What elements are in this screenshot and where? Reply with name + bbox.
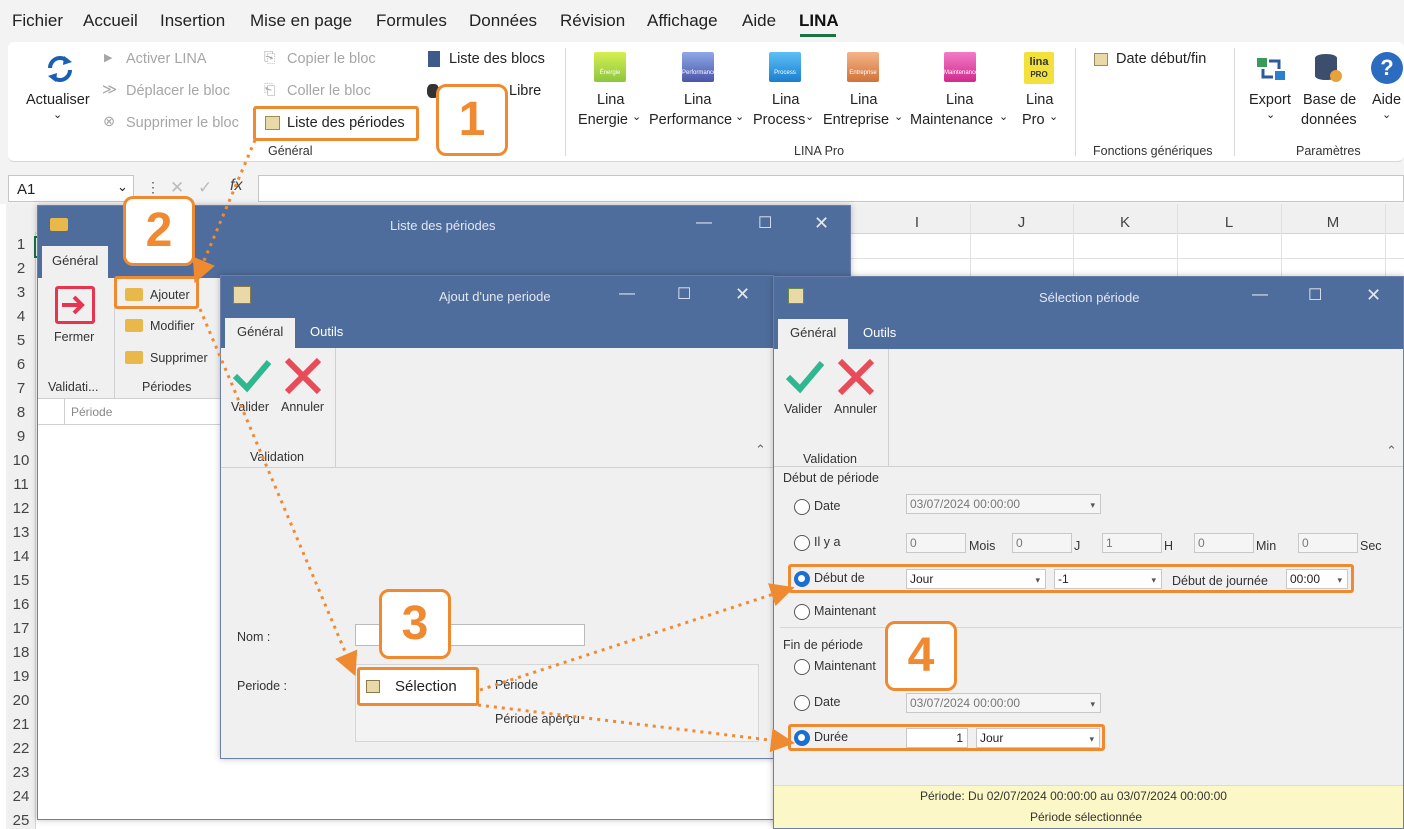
callout-3: 3 bbox=[379, 589, 451, 659]
callout-4: 4 bbox=[885, 621, 957, 691]
annotation-arrows bbox=[192, 139, 795, 753]
callout-2: 2 bbox=[123, 196, 195, 266]
callout-1: 1 bbox=[436, 84, 508, 156]
